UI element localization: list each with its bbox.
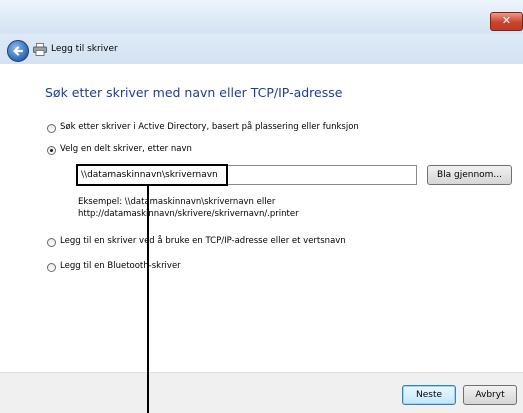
close-button[interactable]: ✕ xyxy=(490,12,523,31)
browse-button[interactable]: Bla gjennom... xyxy=(427,165,512,185)
option-label-bluetooth: Legg til en Bluetooth-skriver xyxy=(60,261,181,271)
window-title-bar xyxy=(0,0,523,34)
highlight-box xyxy=(76,164,228,186)
radio-shared-printer[interactable] xyxy=(47,146,56,155)
example-line-2: http://datamaskinnavn/skrivere/skriverna… xyxy=(78,209,299,219)
next-button[interactable]: Neste xyxy=(402,385,456,405)
callout-line xyxy=(147,185,149,413)
cancel-button[interactable]: Avbryt xyxy=(463,385,517,405)
back-arrow-icon xyxy=(13,46,24,56)
option-label-active-directory: Søk etter skriver i Active Directory, ba… xyxy=(60,122,359,132)
option-label-tcpip: Legg til en skriver ved å bruke en TCP/I… xyxy=(60,236,346,246)
wizard-title: Legg til skriver xyxy=(51,44,118,54)
example-text: Eksempel: \\datamaskinnavn\skrivernavn e… xyxy=(78,196,299,220)
page-heading: Søk etter skriver med navn eller TCP/IP-… xyxy=(45,85,343,100)
close-icon: ✕ xyxy=(501,14,512,27)
example-line-1: Eksempel: \\datamaskinnavn\skrivernavn e… xyxy=(78,197,276,207)
printer-icon xyxy=(33,43,47,56)
radio-bluetooth[interactable] xyxy=(47,263,56,272)
radio-tcpip[interactable] xyxy=(47,238,56,247)
option-label-shared-printer: Velg en delt skriver, etter navn xyxy=(60,144,192,154)
back-button[interactable] xyxy=(7,40,29,62)
radio-active-directory[interactable] xyxy=(47,124,56,133)
